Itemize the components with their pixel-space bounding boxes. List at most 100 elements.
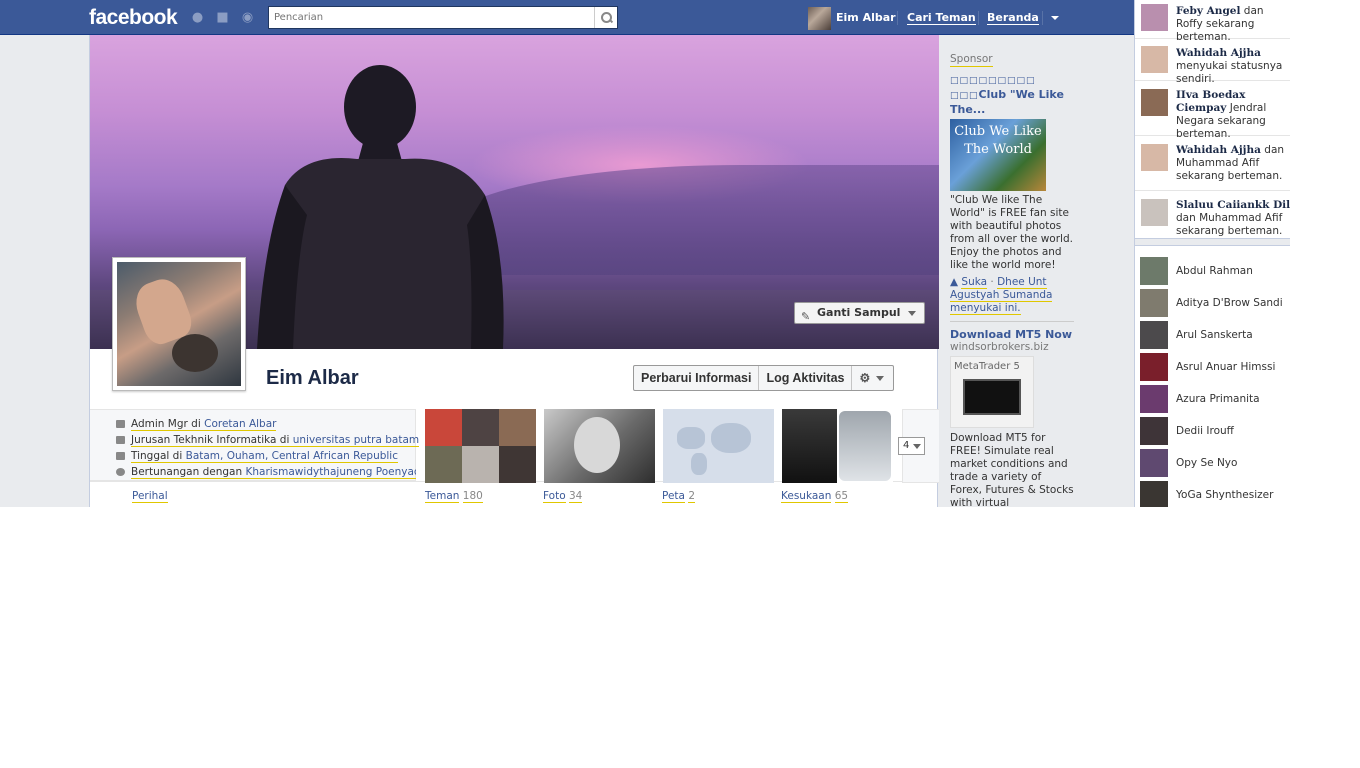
chat-contact-name: Aditya D'Brow Sandi xyxy=(1176,297,1283,309)
friend-thumb xyxy=(462,409,499,446)
chat-contact-name: Dedii Irouff xyxy=(1176,425,1234,437)
ticker-avatar xyxy=(1141,144,1168,171)
chevron-down-icon xyxy=(913,444,921,449)
browser-viewport: facebook ● ■ ◉ Eim Albar Cari Teman Bera… xyxy=(0,0,1290,507)
chat-avatar xyxy=(1140,353,1168,381)
friends-label[interactable]: Teman 180 xyxy=(425,490,483,503)
map-continent xyxy=(677,427,705,449)
info-location-link[interactable]: Batam, Ouham, Central African Republic xyxy=(185,450,398,463)
like-thumb xyxy=(782,409,837,483)
chat-contact-name: YoGa Shynthesizer xyxy=(1176,489,1274,501)
chat-contact[interactable]: Abdul Rahman xyxy=(1135,256,1290,286)
chat-contact[interactable]: Asrul Anuar Himssi xyxy=(1135,352,1290,382)
profile-picture-image xyxy=(117,262,241,386)
search-icon[interactable] xyxy=(594,7,617,28)
chat-contact[interactable]: Opy Se Nyo xyxy=(1135,448,1290,478)
chat-avatar xyxy=(1140,481,1168,507)
account-menu-chevron-icon[interactable] xyxy=(1051,16,1059,20)
ticker-item[interactable]: Slaluu Caiiankk Dil dan Muhammad Afif se… xyxy=(1135,191,1290,238)
profile-picture[interactable] xyxy=(112,257,246,391)
graduation-cap-icon xyxy=(116,436,125,444)
ad-1-title[interactable]: □□□□□□□□□ □□□Club "We Like The... xyxy=(950,73,1074,116)
likes-tile[interactable] xyxy=(782,409,893,483)
photos-tile[interactable] xyxy=(544,409,655,483)
ad-2-title[interactable]: Download MT5 Now xyxy=(950,328,1074,341)
more-sections-button[interactable]: 4 xyxy=(898,437,925,455)
house-icon xyxy=(116,452,125,460)
info-education-link[interactable]: universitas putra batam xyxy=(292,434,420,447)
sidebar-resize-handle[interactable] xyxy=(1135,238,1290,246)
search-box xyxy=(268,6,618,29)
chat-contact-name: Opy Se Nyo xyxy=(1176,457,1238,469)
heart-icon xyxy=(116,468,125,476)
ticker-item[interactable]: Wahidah Ajjha dan Muhammad Afif sekarang… xyxy=(1135,136,1290,191)
timeline-column: ✎ Ganti Sampul Eim Albar Perbarui Inform… xyxy=(89,35,939,507)
ticker-avatar xyxy=(1141,199,1168,226)
facebook-logo[interactable]: facebook xyxy=(89,6,178,30)
chat-contact[interactable]: Aditya D'Brow Sandi xyxy=(1135,288,1290,318)
chat-avatar xyxy=(1140,289,1168,317)
friends-tile[interactable] xyxy=(425,409,536,483)
change-cover-button[interactable]: ✎ Ganti Sampul xyxy=(794,302,926,324)
thumbs-up-icon: ▲ xyxy=(950,276,959,288)
nav-separator xyxy=(1042,11,1043,25)
nav-find-friends[interactable]: Cari Teman xyxy=(907,11,976,25)
friend-thumb xyxy=(499,446,536,483)
change-cover-label: Ganti Sampul xyxy=(817,306,901,319)
map-continent xyxy=(691,453,707,475)
nav-avatar[interactable] xyxy=(808,7,831,30)
ad-1-body: "Club We like The World" is FREE fan sit… xyxy=(950,194,1073,271)
chat-avatar xyxy=(1140,449,1168,477)
chat-avatar xyxy=(1140,417,1168,445)
info-work-link[interactable]: Coretan Albar xyxy=(204,418,277,431)
ticker-item[interactable]: IIva Boedax Ciempay Jendral Negara sekar… xyxy=(1135,81,1290,140)
ticker-item[interactable]: Wahidah Ajjha menyukai statusnya sendiri… xyxy=(1135,39,1290,85)
settings-button[interactable]: ⚙ xyxy=(852,366,893,390)
map-label[interactable]: Peta 2 xyxy=(662,490,695,503)
friend-thumb xyxy=(462,446,499,483)
nav-home[interactable]: Beranda xyxy=(987,11,1039,25)
nav-profile-link[interactable]: Eim Albar xyxy=(836,11,896,24)
sponsor-header[interactable]: Sponsor xyxy=(950,53,993,67)
ticker-item[interactable]: Feby Angel dan Roffy sekarang berteman. xyxy=(1135,0,1290,43)
update-info-button[interactable]: Perbarui Informasi xyxy=(634,366,760,390)
chat-contact-name: Azura Primanita xyxy=(1176,393,1260,405)
friend-thumb xyxy=(425,409,462,446)
chat-avatar xyxy=(1140,321,1168,349)
ad-2-image[interactable]: MetaTrader 5 xyxy=(950,356,1034,428)
ticker-avatar xyxy=(1141,46,1168,73)
activity-log-button[interactable]: Log Aktivitas xyxy=(759,366,853,390)
search-input[interactable] xyxy=(269,7,591,28)
profile-actions: Perbarui Informasi Log Aktivitas ⚙ xyxy=(633,365,895,391)
ad-1-like-button[interactable]: Suka xyxy=(961,276,988,289)
ad-2-domain: windsorbrokers.biz xyxy=(950,341,1049,353)
about-link[interactable]: Perihal xyxy=(132,490,168,503)
photos-label[interactable]: Foto 34 xyxy=(543,490,583,503)
profile-name[interactable]: Eim Albar xyxy=(266,367,359,390)
ticker-chat-sidebar: Feby Angel dan Roffy sekarang berteman. … xyxy=(1134,0,1290,507)
notifications-globe-icon[interactable]: ◉ xyxy=(239,10,256,26)
chevron-down-icon xyxy=(908,311,917,316)
info-relationship-link[interactable]: Kharismawidythajuneng Poenyacita xyxy=(245,466,416,479)
messages-icon[interactable]: ■ xyxy=(214,10,231,26)
ad-1-social: ▲ Suka · Dhee Unt Agustyah Sumanda menyu… xyxy=(950,276,1053,315)
chat-avatar xyxy=(1140,257,1168,285)
map-continent xyxy=(711,423,751,453)
map-tile[interactable] xyxy=(663,409,774,483)
chat-contact[interactable]: Azura Primanita xyxy=(1135,384,1290,414)
chat-contact[interactable]: YoGa Shynthesizer xyxy=(1135,480,1290,507)
sponsor-column: Sponsor □□□□□□□□□ □□□Club "We Like The..… xyxy=(950,53,1074,507)
top-bar: facebook ● ■ ◉ Eim Albar Cari Teman Bera… xyxy=(0,0,1134,35)
likes-label[interactable]: Kesukaan 65 xyxy=(781,490,849,503)
chat-contact[interactable]: Arul Sanskerta xyxy=(1135,320,1290,350)
divider xyxy=(950,321,1074,322)
friend-thumb xyxy=(499,409,536,446)
friend-requests-icon[interactable]: ● xyxy=(189,10,206,26)
chat-contact[interactable]: Dedii Irouff xyxy=(1135,416,1290,446)
ad-1[interactable]: □□□□□□□□□ □□□Club "We Like The... Club W… xyxy=(950,73,1074,315)
nav-separator xyxy=(978,11,979,25)
ad-1-image[interactable]: Club We Like The World xyxy=(950,119,1046,191)
chat-contact-name: Abdul Rahman xyxy=(1176,265,1253,277)
chat-avatar xyxy=(1140,385,1168,413)
ad-2[interactable]: Download MT5 Now windsorbrokers.biz Meta… xyxy=(950,328,1074,507)
